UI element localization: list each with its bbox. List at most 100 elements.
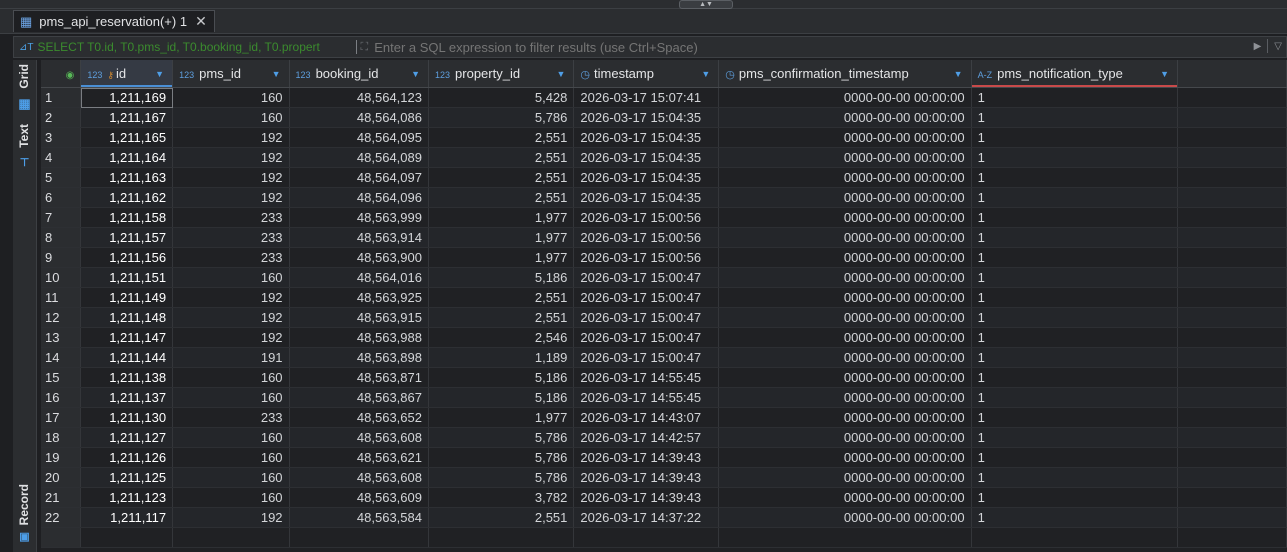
table-cell[interactable]: 1,211,127 (80, 427, 174, 448)
table-cell[interactable]: 233 (172, 247, 290, 268)
table-cell[interactable]: 160 (172, 387, 290, 408)
table-cell[interactable]: 2026-03-17 14:55:45 (573, 367, 720, 388)
table-cell[interactable]: 0000-00-00 00:00:00 (718, 87, 972, 108)
table-cell[interactable]: 1 (971, 167, 1178, 188)
record-view-tab[interactable]: Record (13, 484, 36, 525)
table-cell[interactable]: 0000-00-00 00:00:00 (718, 287, 972, 308)
table-cell[interactable]: 0000-00-00 00:00:00 (718, 447, 972, 468)
row-number[interactable]: 8 (41, 227, 82, 248)
table-cell[interactable]: 48,563,584 (289, 507, 430, 528)
column-header-pms-notification-type[interactable]: A-Z pms_notification_type ▼ (971, 60, 1178, 88)
table-cell[interactable]: 1 (971, 87, 1178, 108)
table-cell[interactable]: 192 (172, 147, 290, 168)
table-cell[interactable]: 2026-03-17 15:00:47 (573, 307, 720, 328)
row-number[interactable]: 6 (41, 187, 82, 208)
table-row[interactable]: 4 1,211,164 192 48,564,089 2,551 2026-03-17 1… (41, 147, 1287, 168)
row-number[interactable]: 20 (41, 467, 82, 488)
table-cell[interactable]: 2026-03-17 15:00:47 (573, 287, 720, 308)
select-all-icon[interactable]: ◉ (66, 70, 75, 81)
row-number[interactable]: 21 (41, 487, 82, 508)
table-cell[interactable]: 48,563,871 (289, 367, 430, 388)
table-cell[interactable]: 48,563,867 (289, 387, 430, 408)
table-row[interactable]: 11 1,211,149 192 48,563,925 2,551 2026-03-17 … (41, 287, 1287, 308)
table-cell[interactable]: 48,563,621 (289, 447, 430, 468)
table-cell[interactable]: 5,786 (428, 467, 575, 488)
table-cell[interactable]: 1,211,162 (80, 187, 174, 208)
table-cell[interactable]: 0000-00-00 00:00:00 (718, 207, 972, 228)
sort-icon[interactable]: ▼ (155, 69, 164, 79)
row-number[interactable]: 13 (41, 327, 82, 348)
row-number[interactable]: 1 (41, 87, 82, 108)
row-number[interactable]: 4 (41, 147, 82, 168)
row-number[interactable]: 11 (41, 287, 82, 308)
table-cell[interactable]: 1,211,138 (80, 367, 174, 388)
table-cell[interactable]: 2026-03-17 15:00:47 (573, 347, 720, 368)
table-cell[interactable]: 48,563,915 (289, 307, 430, 328)
sql-query-text[interactable]: SELECT T0.id, T0.pms_id, T0.booking_id, … (38, 40, 354, 54)
table-cell[interactable]: 48,563,925 (289, 287, 430, 308)
table-row[interactable]: 7 1,211,158 233 48,563,999 1,977 2026-03-17 1… (41, 207, 1287, 228)
table-cell[interactable]: 48,563,898 (289, 347, 430, 368)
sort-icon[interactable]: ▼ (701, 69, 710, 79)
table-row[interactable]: 19 1,211,126 160 48,563,621 5,786 2026-03-17 … (41, 447, 1287, 468)
row-number[interactable]: 10 (41, 267, 82, 288)
column-header-property-id[interactable]: 123 property_id ▼ (428, 60, 575, 88)
table-cell[interactable]: 0000-00-00 00:00:00 (718, 427, 972, 448)
table-cell[interactable]: 192 (172, 507, 290, 528)
table-cell[interactable]: 1,189 (428, 347, 575, 368)
table-cell[interactable]: 1,211,130 (80, 407, 174, 428)
table-cell[interactable]: 1,211,126 (80, 447, 174, 468)
table-cell[interactable]: 160 (172, 267, 290, 288)
table-row[interactable]: 10 1,211,151 160 48,564,016 5,186 2026-03-17 … (41, 267, 1287, 288)
table-cell[interactable]: 1 (971, 107, 1178, 128)
table-cell[interactable]: 233 (172, 227, 290, 248)
sort-icon[interactable]: ▼ (556, 69, 565, 79)
grid-icon[interactable]: ▦ (13, 96, 36, 112)
table-cell[interactable]: 1 (971, 307, 1178, 328)
table-cell[interactable]: 1 (971, 467, 1178, 488)
table-cell[interactable]: 48,563,608 (289, 427, 430, 448)
table-cell[interactable]: 160 (172, 467, 290, 488)
table-cell[interactable]: 1,211,148 (80, 307, 174, 328)
table-cell[interactable]: 1,211,123 (80, 487, 174, 508)
tab-pms-api-reservation[interactable]: ▦ pms_api_reservation(+) 1 ✕ (13, 10, 215, 32)
table-cell[interactable]: 1 (971, 367, 1178, 388)
sort-icon[interactable]: ▼ (1160, 69, 1169, 79)
row-number[interactable]: 2 (41, 107, 82, 128)
table-row[interactable]: 15 1,211,138 160 48,563,871 5,186 2026-03-17 … (41, 367, 1287, 388)
table-cell[interactable]: 2026-03-17 15:00:47 (573, 327, 720, 348)
sort-icon[interactable]: ▼ (411, 69, 420, 79)
column-header-pms-confirmation-timestamp[interactable]: ◷ pms_confirmation_timestamp ▼ (718, 60, 972, 88)
table-cell[interactable]: 2,551 (428, 187, 575, 208)
table-cell[interactable]: 48,564,096 (289, 187, 430, 208)
row-number[interactable]: 5 (41, 167, 82, 188)
table-cell[interactable]: 2026-03-17 14:39:43 (573, 447, 720, 468)
table-cell[interactable]: 0000-00-00 00:00:00 (718, 147, 972, 168)
table-cell[interactable]: 160 (172, 427, 290, 448)
table-cell[interactable]: 1,211,149 (80, 287, 174, 308)
table-cell[interactable]: 192 (172, 307, 290, 328)
table-cell[interactable]: 1 (971, 287, 1178, 308)
table-cell[interactable]: 1,977 (428, 407, 575, 428)
table-cell[interactable]: 0000-00-00 00:00:00 (718, 507, 972, 528)
column-header-pms-id[interactable]: 123 pms_id ▼ (172, 60, 290, 88)
table-cell[interactable]: 2026-03-17 15:00:56 (573, 247, 720, 268)
grid-view-tab[interactable]: Grid (13, 64, 36, 89)
table-cell[interactable]: 5,786 (428, 107, 575, 128)
table-cell[interactable]: 1,977 (428, 247, 575, 268)
table-cell[interactable]: 48,564,086 (289, 107, 430, 128)
row-number[interactable]: 9 (41, 247, 82, 268)
table-cell[interactable]: 1 (971, 147, 1178, 168)
filter-history-icon[interactable]: ▽ (1274, 41, 1282, 52)
table-cell[interactable]: 48,564,097 (289, 167, 430, 188)
table-cell[interactable]: 2026-03-17 14:43:07 (573, 407, 720, 428)
table-cell[interactable]: 48,563,608 (289, 467, 430, 488)
column-header-booking-id[interactable]: 123 booking_id ▼ (289, 60, 430, 88)
table-cell[interactable]: 0000-00-00 00:00:00 (718, 107, 972, 128)
table-cell[interactable]: 0000-00-00 00:00:00 (718, 467, 972, 488)
table-cell[interactable]: 1 (971, 447, 1178, 468)
table-cell[interactable]: 5,186 (428, 367, 575, 388)
table-cell[interactable]: 191 (172, 347, 290, 368)
table-row[interactable]: 17 1,211,130 233 48,563,652 1,977 2026-03-17 … (41, 407, 1287, 428)
table-cell[interactable]: 1,211,169 (80, 87, 174, 108)
